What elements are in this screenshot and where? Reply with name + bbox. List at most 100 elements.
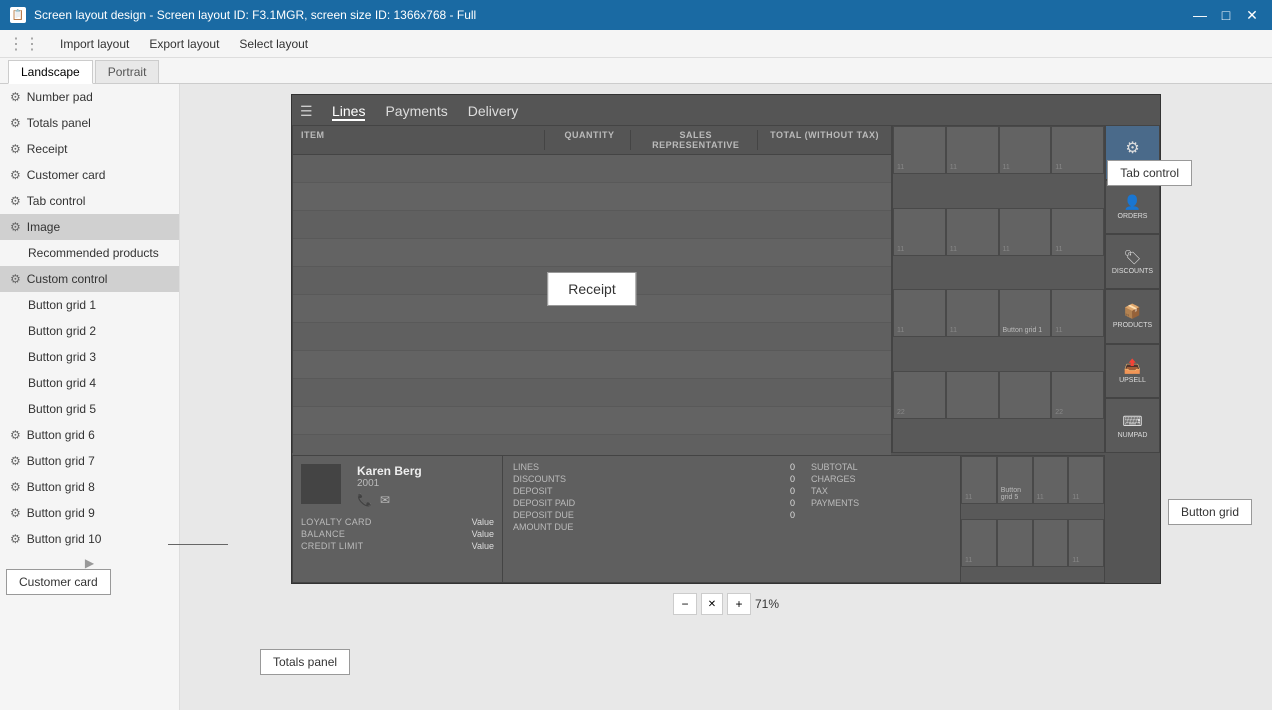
export-layout-menu[interactable]: Export layout	[149, 37, 219, 51]
grid-cell: 11	[1033, 456, 1069, 504]
zoom-bar: − ✕ + 71%	[673, 590, 779, 618]
sidebar-item-button-grid-5[interactable]: Button grid 5	[0, 396, 179, 422]
receipt-header: ITEM QUANTITY SALES REPRESENTATIVE TOTAL…	[293, 126, 891, 155]
receipt-rows	[293, 155, 891, 491]
grid-cell: 22	[893, 371, 946, 419]
sidebar-item-button-grid-1[interactable]: Button grid 1	[0, 292, 179, 318]
sidebar-item-button-grid-4[interactable]: Button grid 4	[0, 370, 179, 396]
customer-id: 2001	[357, 478, 422, 489]
select-layout-menu[interactable]: Select layout	[239, 37, 308, 51]
button-grid-main: 11 11 11 11 11 11 11 11 11 11 Button gri…	[892, 125, 1105, 453]
lines-label: LINES	[513, 462, 774, 472]
close-button[interactable]: ✕	[1242, 7, 1262, 24]
deposit-due-value: 0	[790, 510, 795, 520]
grid-cell: 11	[1051, 289, 1104, 337]
portrait-tab[interactable]: Portrait	[95, 60, 160, 83]
sidebar-item-button-grid-10[interactable]: ⚙ Button grid 10	[0, 526, 179, 552]
zoom-out-button[interactable]: −	[673, 593, 697, 615]
loyalty-card-row: LOYALTY CARD Value	[301, 517, 494, 527]
receipt-row	[293, 155, 891, 183]
zoom-level: 71%	[755, 597, 779, 611]
gear-icon: ⚙	[10, 428, 21, 442]
orientation-tab-bar: Landscape Portrait	[0, 58, 1272, 84]
gear-icon: ⚙	[10, 90, 21, 104]
sidebar-item-button-grid-9[interactable]: ⚙ Button grid 9	[0, 500, 179, 526]
receipt-label: Receipt	[547, 272, 636, 306]
amount-due-label: AMOUNT DUE	[513, 522, 774, 532]
customer-contact-icons: 📞 ✉	[357, 493, 422, 507]
grid-cell: 11	[999, 126, 1052, 174]
receipt-area: ITEM QUANTITY SALES REPRESENTATIVE TOTAL…	[292, 125, 892, 453]
deposit-label: DEPOSIT	[513, 486, 774, 496]
import-layout-menu[interactable]: Import layout	[60, 37, 129, 51]
sidebar-item-receipt[interactable]: ⚙ Receipt	[0, 136, 179, 162]
grid-cell: 11	[893, 208, 946, 256]
maximize-button[interactable]: □	[1216, 7, 1236, 24]
discounts-button[interactable]: 🏷 DISCOUNTS	[1105, 234, 1160, 289]
credit-limit-row: CREDIT LIMIT Value	[301, 541, 494, 551]
sidebar-item-image[interactable]: ⚙ Image	[0, 214, 179, 240]
grid-cell	[946, 371, 999, 419]
sidebar-item-custom-control[interactable]: ⚙ Custom control	[0, 266, 179, 292]
col-quantity: QUANTITY	[544, 130, 630, 150]
grid-cell: 11	[1051, 126, 1104, 174]
grid-cell	[999, 371, 1052, 419]
sidebar-item-tab-control[interactable]: ⚙ Tab control	[0, 188, 179, 214]
sidebar-item-button-grid-3[interactable]: Button grid 3	[0, 344, 179, 370]
grid-cell: 11	[1068, 519, 1104, 567]
gear-icon: ⚙	[10, 220, 21, 234]
numpad-button[interactable]: ⌨ NUMPAD	[1105, 398, 1160, 453]
gear-icon: ⚙	[10, 168, 21, 182]
products-button[interactable]: 📦 PRODUCTS	[1105, 289, 1160, 344]
gear-icon: ⚙	[10, 142, 21, 156]
sidebar-item-totals-panel[interactable]: ⚙ Totals panel	[0, 110, 179, 136]
upsell-button[interactable]: 📤 UPSELL	[1105, 344, 1160, 399]
window-controls[interactable]: — □ ✕	[1190, 7, 1262, 24]
gear-icon: ⚙	[10, 480, 21, 494]
grid-cell: 11	[961, 519, 997, 567]
left-panel: ⚙ Number pad ⚙ Totals panel ⚙ Receipt ⚙ …	[0, 84, 180, 710]
canvas-tab-payments[interactable]: Payments	[385, 103, 447, 121]
email-icon: ✉	[380, 493, 390, 507]
sidebar-item-button-grid-2[interactable]: Button grid 2	[0, 318, 179, 344]
canvas-tab-lines[interactable]: Lines	[332, 103, 365, 121]
grid-cell: 11	[1051, 208, 1104, 256]
minimize-button[interactable]: —	[1190, 7, 1210, 24]
sidebar-item-button-grid-7[interactable]: ⚙ Button grid 7	[0, 448, 179, 474]
zoom-in-button[interactable]: +	[727, 593, 751, 615]
screen-canvas: ☰ Lines Payments Delivery ITEM QUANTITY …	[291, 94, 1161, 584]
callout-totals-panel: Totals panel	[260, 649, 350, 675]
grid-cell-button-grid-5: Button grid 5	[997, 456, 1033, 504]
deposit-due-label: DEPOSIT DUE	[513, 510, 774, 520]
grid-cell: 22	[1051, 371, 1104, 419]
grid-cell	[997, 519, 1033, 567]
canvas-area: ☰ Lines Payments Delivery ITEM QUANTITY …	[180, 84, 1272, 710]
deposit-paid-label: DEPOSIT PAID	[513, 498, 774, 508]
orders-button[interactable]: 👤 ORDERS	[1105, 180, 1160, 235]
gear-icon: ⚙	[10, 532, 21, 546]
menu-drag-handle: ⋮⋮	[8, 34, 40, 54]
sidebar-item-number-pad[interactable]: ⚙ Number pad	[0, 84, 179, 110]
sidebar-item-recommended-products[interactable]: Recommended products	[0, 240, 179, 266]
callout-tab-control: Tab control	[1107, 160, 1192, 186]
zoom-reset-button[interactable]: ✕	[701, 593, 723, 615]
canvas-tab-delivery[interactable]: Delivery	[468, 103, 519, 121]
gear-icon: ⚙	[10, 506, 21, 520]
discounts-value: 0	[790, 474, 795, 484]
discounts-label: DISCOUNTS	[513, 474, 774, 484]
sidebar-item-button-grid-8[interactable]: ⚙ Button grid 8	[0, 474, 179, 500]
grid-cell: 11	[893, 289, 946, 337]
phone-icon: 📞	[357, 493, 372, 507]
grid-cell	[1033, 519, 1069, 567]
landscape-tab[interactable]: Landscape	[8, 60, 93, 84]
sidebar-item-customer-card[interactable]: ⚙ Customer card	[0, 162, 179, 188]
sidebar-item-button-grid-6[interactable]: ⚙ Button grid 6	[0, 422, 179, 448]
customer-avatar	[301, 464, 341, 504]
deposit-value: 0	[790, 486, 795, 496]
gear-icon: ⚙	[10, 272, 21, 286]
receipt-row	[293, 379, 891, 407]
main-content: ⚙ Number pad ⚙ Totals panel ⚙ Receipt ⚙ …	[0, 84, 1272, 710]
grid-cell: 11	[893, 126, 946, 174]
receipt-row	[293, 239, 891, 267]
menu-bar: ⋮⋮ Import layout Export layout Select la…	[0, 30, 1272, 58]
